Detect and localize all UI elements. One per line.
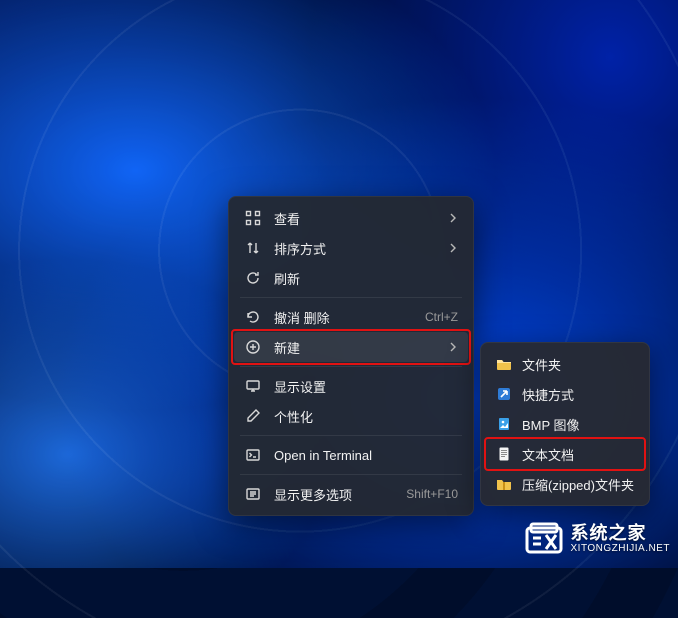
watermark-url: XITONGZHIJIA.NET — [571, 543, 671, 554]
submenu-item-folder[interactable]: 文件夹 — [486, 349, 644, 379]
menu-item-display-settings[interactable]: 显示设置 — [234, 371, 468, 401]
menu-item-new[interactable]: 新建 — [234, 332, 468, 362]
menu-item-label: 刷新 — [274, 269, 458, 288]
folder-icon — [496, 356, 512, 372]
menu-item-shortcut: Shift+F10 — [406, 487, 458, 501]
menu-item-label: 新建 — [274, 338, 442, 357]
chevron-right-icon — [448, 241, 458, 256]
shortcut-icon — [496, 386, 512, 402]
menu-item-open-in-terminal[interactable]: Open in Terminal — [234, 440, 468, 470]
submenu-item-label: 文本文档 — [522, 445, 634, 464]
menu-item-label: 显示设置 — [274, 377, 458, 396]
menu-item-label: Open in Terminal — [274, 448, 458, 463]
menu-item-label: 排序方式 — [274, 239, 442, 258]
submenu-item-label: 压缩(zipped)文件夹 — [522, 475, 634, 494]
menu-item-personalize[interactable]: 个性化 — [234, 401, 468, 431]
watermark-logo-icon — [523, 518, 565, 560]
menu-item-label: 查看 — [274, 209, 442, 228]
menu-item-show-more-options[interactable]: 显示更多选项 Shift+F10 — [234, 479, 468, 509]
menu-item-refresh[interactable]: 刷新 — [234, 263, 468, 293]
submenu-item-label: 快捷方式 — [522, 385, 634, 404]
sort-icon — [244, 239, 262, 257]
bmp-icon — [496, 416, 512, 432]
personalize-icon — [244, 407, 262, 425]
chevron-right-icon — [448, 211, 458, 226]
chevron-right-icon — [448, 340, 458, 355]
watermark: 系统之家 XITONGZHIJIA.NET — [523, 518, 671, 560]
new-submenu: 文件夹 快捷方式 BMP 图像 文本文档 压缩(zipped)文件夹 — [480, 342, 650, 506]
submenu-item-bmp[interactable]: BMP 图像 — [486, 409, 644, 439]
terminal-icon — [244, 446, 262, 464]
new-icon — [244, 338, 262, 356]
menu-separator — [240, 297, 462, 298]
submenu-item-zip-folder[interactable]: 压缩(zipped)文件夹 — [486, 469, 644, 499]
menu-item-undo-delete[interactable]: 撤消 删除 Ctrl+Z — [234, 302, 468, 332]
zip-icon — [496, 476, 512, 492]
menu-item-label: 个性化 — [274, 407, 458, 426]
menu-item-sort[interactable]: 排序方式 — [234, 233, 468, 263]
submenu-item-label: BMP 图像 — [522, 415, 634, 434]
watermark-title: 系统之家 — [571, 524, 671, 544]
refresh-icon — [244, 269, 262, 287]
menu-separator — [240, 474, 462, 475]
menu-item-label: 撤消 删除 — [274, 308, 425, 327]
undo-icon — [244, 308, 262, 326]
desktop-context-menu: 查看 排序方式 刷新 撤消 删除 Ctrl — [228, 196, 474, 516]
menu-item-view[interactable]: 查看 — [234, 203, 468, 233]
menu-item-shortcut: Ctrl+Z — [425, 310, 458, 324]
menu-separator — [240, 366, 462, 367]
text-icon — [496, 446, 512, 462]
display-icon — [244, 377, 262, 395]
submenu-item-shortcut[interactable]: 快捷方式 — [486, 379, 644, 409]
menu-separator — [240, 435, 462, 436]
view-icon — [244, 209, 262, 227]
submenu-item-text-document[interactable]: 文本文档 — [486, 439, 644, 469]
submenu-item-label: 文件夹 — [522, 355, 634, 374]
menu-item-label: 显示更多选项 — [274, 485, 406, 504]
more-icon — [244, 485, 262, 503]
